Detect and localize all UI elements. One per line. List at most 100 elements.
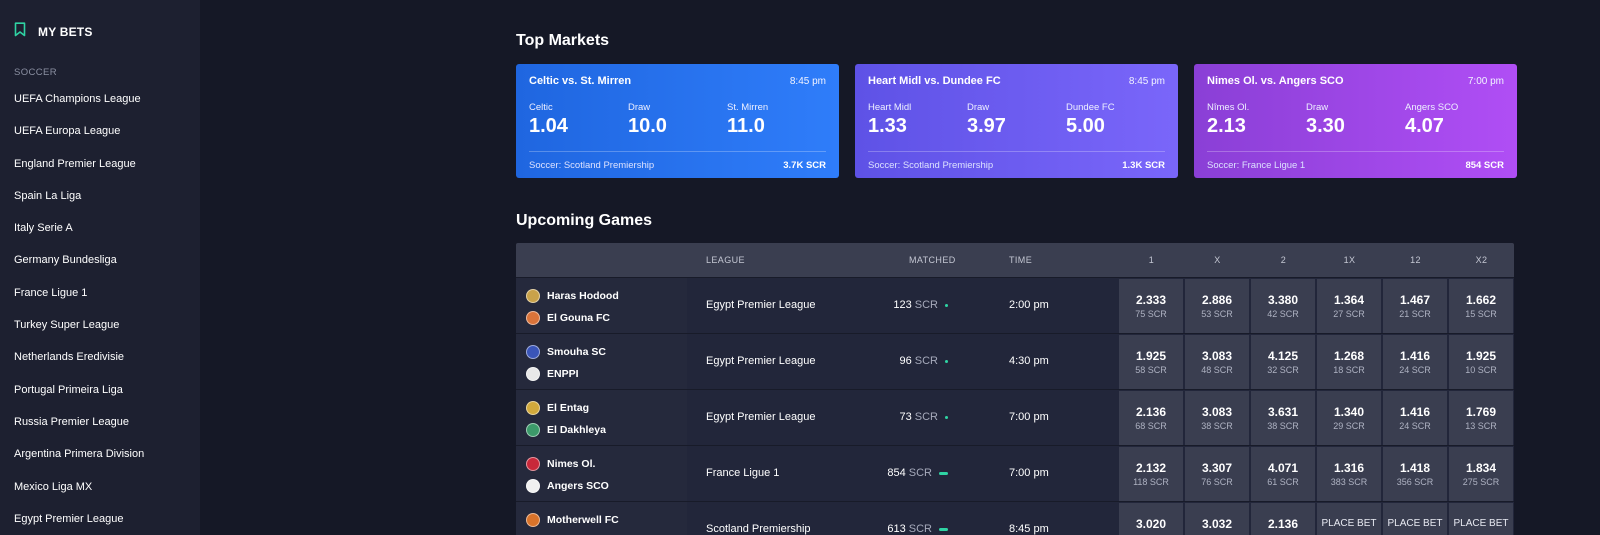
sidebar-league-item[interactable]: Spain La Liga <box>14 188 144 220</box>
odds-button[interactable]: 3.631 38 SCR <box>1251 391 1315 445</box>
odds-button[interactable]: 2.333 75 SCR <box>1119 279 1183 333</box>
market-odds-option[interactable]: Draw 10.0 <box>628 102 723 138</box>
odds-button[interactable]: 3.307 76 SCR <box>1185 447 1249 501</box>
matched-volume: 613 SCR <box>846 523 948 535</box>
market-card[interactable]: Heart Midl vs. Dundee FC 8:45 pm Heart Mid… <box>855 64 1178 178</box>
odds-button[interactable]: 2.136 <box>1251 503 1315 535</box>
odds-button[interactable]: 2.136 68 SCR <box>1119 391 1183 445</box>
odds-button[interactable]: 1.925 10 SCR <box>1449 335 1513 389</box>
sidebar-league-item[interactable]: Mexico Liga MX <box>14 479 144 511</box>
away-team[interactable]: ENPPI <box>526 367 579 381</box>
market-odds-option[interactable]: Angers SCO 4.07 <box>1405 102 1500 138</box>
sidebar-league-item[interactable]: Netherlands Eredivisie <box>14 349 144 381</box>
top-markets-heading: Top Markets <box>516 32 610 49</box>
home-team[interactable]: Haras Hodood <box>526 289 619 303</box>
odds-value: 10.0 <box>628 115 667 137</box>
sidebar-league-item[interactable]: Egypt Premier League <box>14 511 144 535</box>
odds-button[interactable]: 1.467 21 SCR <box>1383 279 1447 333</box>
odds-button[interactable]: 1.340 29 SCR <box>1317 391 1381 445</box>
table-row: Haras Hodood El Gouna FC Egypt Premier Lea… <box>516 277 1514 334</box>
market-odds-option[interactable]: Draw 3.30 <box>1306 102 1401 138</box>
matched-volume: 96 SCR <box>846 355 948 367</box>
table-row: Nimes Ol. Angers SCO France Ligue 1 854 SCR… <box>516 445 1514 502</box>
sidebar-league-item[interactable]: Germany Bundesliga <box>14 252 144 284</box>
market-odds-option[interactable]: St. Mirren 11.0 <box>727 102 822 138</box>
sidebar-league-item[interactable]: France Ligue 1 <box>14 285 144 317</box>
away-team[interactable]: El Gouna FC <box>526 311 610 325</box>
sidebar-league-item[interactable]: Italy Serie A <box>14 220 144 252</box>
odds-button[interactable]: 2.886 53 SCR <box>1185 279 1249 333</box>
market-card-volume: 854 SCR <box>1465 160 1504 171</box>
market-card[interactable]: Nimes Ol. vs. Angers SCO 7:00 pm Nîmes Ol.… <box>1194 64 1517 178</box>
odds-button[interactable]: 3.032 <box>1185 503 1249 535</box>
odds-button[interactable]: 1.364 27 SCR <box>1317 279 1381 333</box>
odds-button[interactable]: 1.925 58 SCR <box>1119 335 1183 389</box>
card-divider <box>1207 151 1504 152</box>
home-team-name: Haras Hodood <box>547 290 619 302</box>
market-card-title: Heart Midl vs. Dundee FC <box>868 75 1001 87</box>
odds-button[interactable]: PLACE BET <box>1449 503 1513 535</box>
home-team-name: El Entag <box>547 402 590 414</box>
odds-volume: 356 SCR <box>1396 477 1434 487</box>
market-odds-option[interactable]: Draw 3.97 <box>967 102 1062 138</box>
odds-button[interactable]: 4.125 32 SCR <box>1251 335 1315 389</box>
home-team[interactable]: El Entag <box>526 401 589 415</box>
odds-button[interactable]: 1.416 24 SCR <box>1383 335 1447 389</box>
my-bets-link[interactable]: MY BETS <box>14 22 93 42</box>
teams-cell: Nimes Ol. Angers SCO <box>516 446 687 502</box>
market-odds-option[interactable]: Heart Midl 1.33 <box>868 102 963 138</box>
sidebar-league-item[interactable]: Portugal Primeira Liga <box>14 382 144 414</box>
odds-button[interactable]: 1.834 275 SCR <box>1449 447 1513 501</box>
odds-volume: 10 SCR <box>1465 365 1497 375</box>
odds-button[interactable]: 1.662 15 SCR <box>1449 279 1513 333</box>
odds-value: 2.132 <box>1135 461 1167 475</box>
away-team[interactable]: Angers SCO <box>526 479 609 493</box>
odds-volume: 21 SCR <box>1399 309 1431 319</box>
sidebar-league-item[interactable]: Argentina Primera Division <box>14 446 144 478</box>
odds-button[interactable]: PLACE BET <box>1383 503 1447 535</box>
home-team[interactable]: Motherwell FC <box>526 513 619 527</box>
odds-button[interactable]: 1.416 24 SCR <box>1383 391 1447 445</box>
market-odds-option[interactable]: Celtic 1.04 <box>529 102 624 138</box>
away-team[interactable]: El Dakhleya <box>526 423 606 437</box>
bookmark-icon <box>14 22 26 42</box>
sidebar-league-item[interactable]: England Premier League <box>14 156 144 188</box>
home-team-name: Smouha SC <box>547 346 606 358</box>
odds-button[interactable]: 1.418 356 SCR <box>1383 447 1447 501</box>
market-card[interactable]: Celtic vs. St. Mirren 8:45 pm Celtic 1.04 Dr… <box>516 64 839 178</box>
odds-button[interactable]: 3.020 <box>1119 503 1183 535</box>
sidebar-league-item[interactable]: UEFA Europa League <box>14 123 144 155</box>
sidebar-league-item[interactable]: UEFA Champions League <box>14 91 144 123</box>
odds-button[interactable]: 4.071 61 SCR <box>1251 447 1315 501</box>
odds-volume: 27 SCR <box>1333 309 1365 319</box>
odds-volume: 75 SCR <box>1135 309 1167 319</box>
market-card-title: Nimes Ol. vs. Angers SCO <box>1207 75 1344 87</box>
market-odds-option[interactable]: Dundee FC 5.00 <box>1066 102 1161 138</box>
odds-value: 1.662 <box>1465 293 1497 307</box>
market-odds-option[interactable]: Nîmes Ol. 2.13 <box>1207 102 1302 138</box>
sidebar-league-item[interactable]: Russia Premier League <box>14 414 144 446</box>
odds-button[interactable]: 2.132 118 SCR <box>1119 447 1183 501</box>
odds-value: 3.30 <box>1306 115 1345 137</box>
odds-button[interactable]: 1.769 13 SCR <box>1449 391 1513 445</box>
odds-value: 1.925 <box>1135 349 1167 363</box>
odds-label: Dundee FC <box>1066 102 1115 113</box>
odds-button[interactable]: 3.380 42 SCR <box>1251 279 1315 333</box>
odds-button[interactable]: 3.083 38 SCR <box>1185 391 1249 445</box>
odds-volume: 383 SCR <box>1330 477 1368 487</box>
home-team-name: Motherwell FC <box>547 514 619 526</box>
home-team[interactable]: Nimes Ol. <box>526 457 595 471</box>
sidebar-league-item[interactable]: Turkey Super League <box>14 317 144 349</box>
odds-button[interactable]: PLACE BET <box>1317 503 1381 535</box>
odds-button[interactable]: 1.268 18 SCR <box>1317 335 1381 389</box>
column-x2: X2 <box>1475 255 1488 265</box>
team-logo-icon <box>526 367 540 381</box>
row-league: France Ligue 1 <box>706 467 780 479</box>
home-team[interactable]: Smouha SC <box>526 345 606 359</box>
odds-button[interactable]: 3.083 48 SCR <box>1185 335 1249 389</box>
market-card-volume: 3.7K SCR <box>783 160 826 171</box>
upcoming-games-table: LEAGUE MATCHED TIME 1 X 2 1X 12 X2 Haras… <box>516 243 1514 535</box>
matched-volume: 123 SCR <box>846 299 948 311</box>
odds-volume: 18 SCR <box>1333 365 1365 375</box>
odds-button[interactable]: 1.316 383 SCR <box>1317 447 1381 501</box>
